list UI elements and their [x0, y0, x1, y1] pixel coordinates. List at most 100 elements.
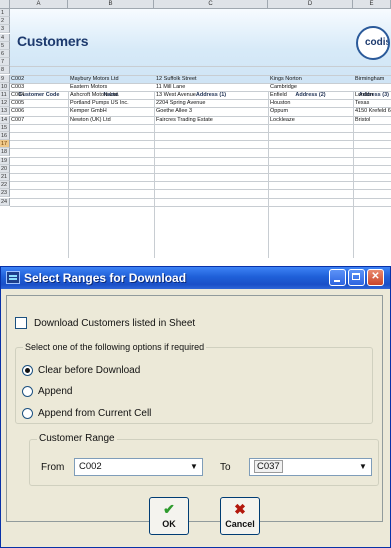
row-number[interactable]: 9	[0, 74, 10, 83]
close-button[interactable]: ✕	[367, 269, 384, 286]
cross-icon: ✖	[234, 501, 246, 517]
table-cell[interactable]: Eastern Motors	[70, 83, 153, 91]
row-number[interactable]: 24	[0, 197, 10, 206]
column-header-row: A B C D E	[0, 0, 391, 9]
codis-logo: codis	[356, 26, 390, 60]
customer-range-label: Customer Range	[37, 433, 117, 444]
download-listed-checkbox[interactable]	[15, 317, 27, 329]
table-cell[interactable]: Birmingham	[355, 75, 391, 83]
row-number[interactable]: 19	[0, 156, 10, 165]
table-cell[interactable]: C002	[11, 75, 67, 83]
ok-button[interactable]: ✔ OK	[149, 497, 189, 535]
chevron-down-icon[interactable]: ▼	[356, 460, 370, 474]
gridline	[268, 91, 269, 258]
table-cell[interactable]: Houston	[270, 99, 352, 107]
minimize-button[interactable]	[329, 269, 346, 286]
row-number[interactable]: 16	[0, 132, 10, 140]
row-number[interactable]: 2	[0, 17, 10, 26]
table-cell[interactable]: C005	[11, 99, 67, 107]
table-cell[interactable]: Bristol	[355, 116, 391, 124]
row-number[interactable]: 11	[0, 91, 10, 99]
table-cell[interactable]: 11 Mill Lane	[156, 83, 266, 91]
table-cell[interactable]: Kemper GmbH	[70, 107, 153, 115]
chevron-down-icon[interactable]: ▼	[187, 460, 201, 474]
select-all-corner[interactable]	[0, 0, 10, 9]
option-append-label[interactable]: Append	[38, 385, 72, 398]
column-header-d[interactable]: D	[268, 0, 353, 9]
row-number[interactable]: 4	[0, 33, 10, 42]
table-cell[interactable]: C006	[11, 107, 67, 115]
options-group-label: Select one of the following options if r…	[23, 342, 207, 353]
row-number[interactable]: 14	[0, 115, 10, 124]
row-number[interactable]: 3	[0, 25, 10, 34]
row-number[interactable]: 10	[0, 82, 10, 91]
dialog-titlebar[interactable]: Select Ranges for Download ✕	[1, 267, 390, 289]
table-cell[interactable]: Lockleaze	[270, 116, 352, 124]
row-number[interactable]: 8	[0, 66, 10, 75]
row-number[interactable]: 21	[0, 173, 10, 181]
to-label: To	[220, 462, 231, 473]
radio-append-from-current-cell[interactable]	[22, 408, 33, 419]
cancel-button[interactable]: ✖ Cancel	[220, 497, 260, 535]
table-cell[interactable]: C004	[11, 91, 67, 99]
app-icon	[6, 271, 20, 284]
column-header-c[interactable]: C	[154, 0, 268, 9]
table-cell[interactable]: 13 West Avenue	[156, 91, 266, 99]
table-cell[interactable]: Maybury Motors Ltd	[70, 75, 153, 83]
table-cell[interactable]: Newton (UK) Ltd	[70, 116, 153, 124]
table-cell[interactable]: Goethe Allee 3	[156, 107, 266, 115]
from-label: From	[41, 462, 65, 473]
table-cell[interactable]: Kings Norton	[270, 75, 352, 83]
row-number[interactable]: 15	[0, 123, 10, 132]
ok-label: OK	[162, 519, 176, 529]
column-header-b[interactable]: B	[68, 0, 154, 9]
row-number[interactable]: 5	[0, 41, 10, 50]
table-cell[interactable]: Texas	[355, 99, 391, 107]
gridline	[68, 91, 69, 258]
radio-append[interactable]	[22, 386, 33, 397]
column-header-a[interactable]: A	[10, 0, 68, 9]
table-cell[interactable]: Oppum	[270, 107, 352, 115]
row-number[interactable]: 7	[0, 58, 10, 67]
dialog-title: Select Ranges for Download	[24, 271, 187, 285]
download-listed-label[interactable]: Download Customers listed in Sheet	[34, 317, 195, 330]
table-cell[interactable]: Cambridge	[270, 83, 352, 91]
radio-clear-before-download[interactable]	[22, 365, 33, 376]
table-cell[interactable]: London	[355, 91, 391, 99]
checkmark-icon: ✔	[163, 501, 175, 517]
row-number[interactable]: 18	[0, 148, 10, 157]
row-number[interactable]: 12	[0, 99, 10, 108]
option-clear-label[interactable]: Clear before Download	[38, 364, 140, 377]
from-combo[interactable]: C002 ▼	[74, 458, 203, 476]
row-number[interactable]: 23	[0, 189, 10, 198]
to-combo[interactable]: C037 ▼	[249, 458, 372, 476]
row-number[interactable]: 22	[0, 181, 10, 190]
row-number[interactable]: 17	[0, 140, 10, 149]
close-icon: ✕	[371, 271, 380, 282]
cancel-label: Cancel	[225, 519, 255, 529]
row-number[interactable]: 1	[0, 9, 10, 17]
table-cell[interactable]: Enfield	[270, 91, 352, 99]
sheet-title: Customers	[17, 33, 89, 49]
row-number[interactable]: 13	[0, 107, 10, 116]
table-cell[interactable]: Faircres Trading Estate	[156, 116, 266, 124]
row-number[interactable]: 6	[0, 50, 10, 58]
option-append-current-label[interactable]: Append from Current Cell	[38, 407, 151, 420]
to-value: C037	[254, 460, 283, 473]
maximize-button[interactable]	[348, 269, 365, 286]
column-header-e[interactable]: E	[353, 0, 391, 9]
table-cell[interactable]: Ashcroft Motors Ltd.	[70, 91, 153, 99]
gridline	[353, 91, 354, 258]
spreadsheet: A B C D E Customers codis 1 2 3 4 5 6 7 8 9 10 11 1…	[0, 0, 391, 258]
gridline	[154, 91, 155, 258]
select-ranges-dialog: Select Ranges for Download ✕ Download Cu…	[0, 266, 391, 548]
table-cell[interactable]: 2204 Spring Avenue	[156, 99, 266, 107]
table-cell[interactable]: Portland Pumps US Inc.	[70, 99, 153, 107]
from-value: C002	[79, 461, 102, 472]
table-cell[interactable]	[355, 83, 391, 91]
row-number[interactable]: 20	[0, 164, 10, 173]
table-cell[interactable]: C007	[11, 116, 67, 124]
table-cell[interactable]: 12 Suffolk Street	[156, 75, 266, 83]
table-cell[interactable]: C003	[11, 83, 67, 91]
table-cell[interactable]: 4150 Krefeld 6	[355, 107, 391, 115]
